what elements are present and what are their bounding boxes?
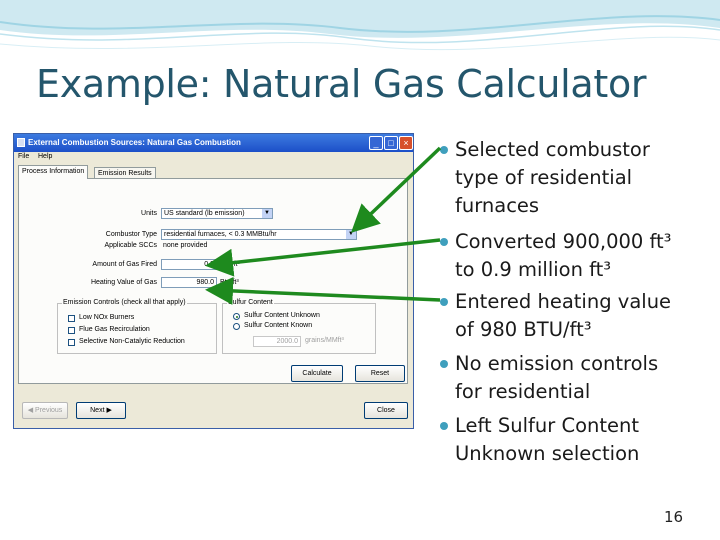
units-label: Units (141, 210, 157, 217)
bullet-dot (440, 146, 448, 154)
chevron-down-icon: ▼ (346, 230, 356, 239)
low-nox-label: Low NOx Burners (79, 314, 135, 321)
emission-controls-title: Emission Controls (check all that apply) (62, 299, 187, 306)
combustor-type-select[interactable]: residential furnaces, < 0.3 MMBtu/hr ▼ (161, 229, 357, 240)
amount-label: Amount of Gas Fired (92, 261, 157, 268)
units-select[interactable]: US standard (lb emission) ▼ (161, 208, 273, 219)
sulfur-content-title: Sulfur Content (227, 299, 274, 306)
sncr-checkbox[interactable] (68, 339, 75, 346)
combustor-type-label: Combustor Type (105, 231, 157, 238)
menu-file[interactable]: File (18, 153, 29, 160)
calculate-button[interactable]: Calculate (291, 365, 343, 382)
reset-button[interactable]: Reset (355, 365, 405, 382)
menu-bar: File Help (14, 152, 413, 163)
close-icon[interactable]: × (399, 136, 413, 150)
bullet-dot (440, 238, 448, 246)
sulfur-known-label: Sulfur Content Known (244, 322, 313, 329)
flue-gas-checkbox[interactable] (68, 327, 75, 334)
header-wave-decoration (0, 0, 720, 51)
close-button[interactable]: Close (364, 402, 408, 419)
bullet-dot (440, 298, 448, 306)
sulfur-content-group: Sulfur Content Sulfur Content Unknown Su… (222, 299, 376, 354)
heating-label: Heating Value of Gas (90, 279, 157, 286)
next-button[interactable]: Next ▶ (76, 402, 126, 419)
dialog-titlebar: External Combustion Sources: Natural Gas… (14, 134, 413, 152)
maximize-icon[interactable]: □ (384, 136, 398, 150)
process-information-panel: Units US standard (lb emission) ▼ Combust… (18, 178, 408, 384)
sulfur-unknown-label: Sulfur Content Unknown (244, 312, 320, 319)
heating-unit: Btu/ft³ (220, 279, 239, 286)
chevron-down-icon: ▼ (262, 209, 272, 218)
natural-gas-dialog: External Combustion Sources: Natural Gas… (13, 133, 414, 429)
minimize-icon[interactable]: _ (369, 136, 383, 150)
sulfur-value-input[interactable]: 2000.0 (253, 336, 301, 347)
heating-value-input[interactable]: 980.0 (161, 277, 217, 288)
low-nox-checkbox[interactable] (68, 315, 75, 322)
page-number: 16 (664, 508, 684, 526)
sncr-label: Selective Non-Catalytic Reduction (79, 338, 185, 345)
amount-input[interactable]: 0.9 (161, 259, 217, 270)
sulfur-unit: grains/MMft³ (305, 337, 344, 344)
app-icon (17, 138, 25, 147)
bullet-dot (440, 360, 448, 368)
emission-controls-group: Emission Controls (check all that apply)… (57, 299, 217, 354)
tab-process-information[interactable]: Process Information (18, 165, 89, 179)
menu-help[interactable]: Help (38, 153, 52, 160)
sulfur-unknown-radio[interactable] (233, 313, 240, 320)
slide-title: Example: Natural Gas Calculator (36, 62, 647, 106)
bullet-dot (440, 422, 448, 430)
sulfur-known-radio[interactable] (233, 323, 240, 330)
applicable-sccs-value: none provided (163, 242, 208, 249)
flue-gas-label: Flue Gas Recirculation (79, 326, 150, 333)
previous-button[interactable]: ◀ Previous (22, 402, 68, 419)
applicable-sccs-label: Applicable SCCs (104, 242, 157, 249)
dialog-title: External Combustion Sources: Natural Gas… (28, 138, 241, 147)
amount-unit: MM ft³ (220, 261, 240, 268)
